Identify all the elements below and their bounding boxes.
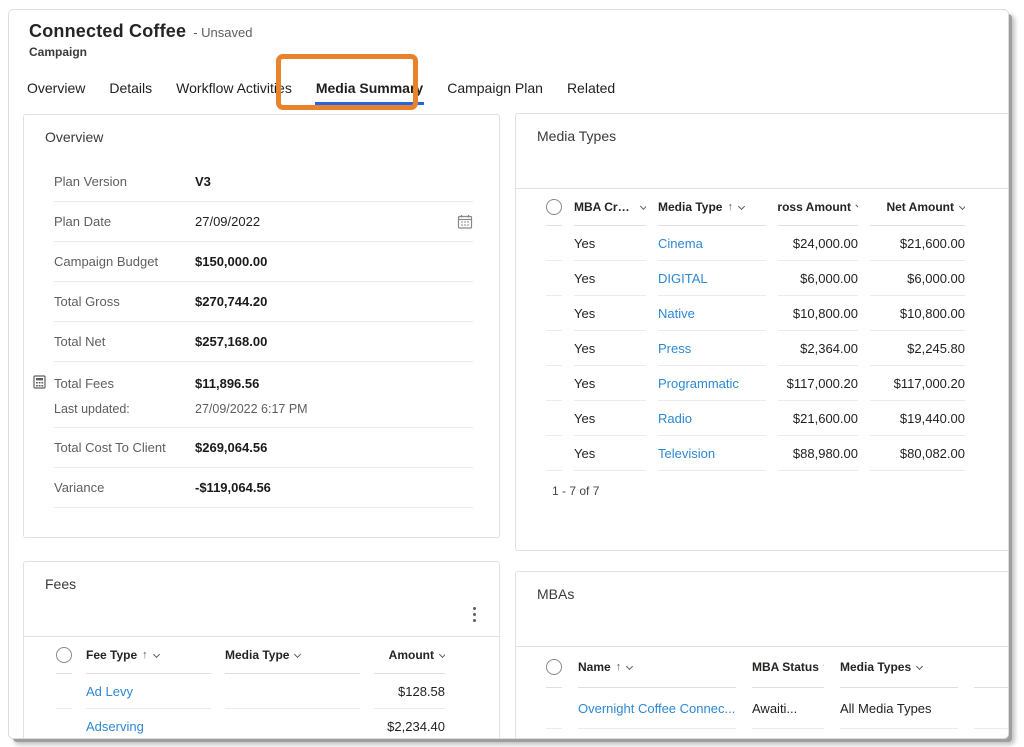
column-header-name[interactable]: Name↑ [578, 647, 736, 688]
last-updated-value: 27/09/2022 6:17 PM [195, 402, 308, 416]
media-types-panel: Media Types MBA Crea... Media Type↑ Gros… [515, 113, 1009, 551]
table-cell: Yes [574, 366, 646, 401]
chevron-down-icon [439, 650, 445, 657]
column-header-mba-status[interactable]: MBA Status [752, 647, 824, 688]
media-type-link[interactable]: Cinema [658, 226, 766, 261]
chevron-down-icon [823, 664, 824, 668]
sort-ascending-icon: ↑ [142, 649, 148, 661]
table-cell: Yes [574, 226, 646, 261]
field-total-gross: Total Gross $270,744.20 [54, 282, 473, 322]
column-header-media-type[interactable]: Media Type↑ [658, 189, 766, 226]
tab-related[interactable]: Related [566, 74, 616, 105]
mbas-toolbar [516, 602, 1009, 646]
media-types-panel-title: Media Types [516, 114, 1009, 144]
media-type-link[interactable]: Press [658, 331, 766, 366]
select-all-radio[interactable] [56, 647, 72, 663]
tab-overview[interactable]: Overview [26, 74, 86, 105]
form-tabs: Overview Details Workflow Activities Med… [26, 74, 638, 105]
field-plan-date: Plan Date 27/09/2022 [54, 202, 473, 242]
record-header: Connected Coffee - Unsaved Campaign [29, 21, 252, 59]
sort-ascending-icon: ↑ [616, 661, 622, 673]
calendar-icon[interactable] [457, 214, 473, 230]
select-all-radio[interactable] [546, 659, 562, 675]
field-total-cost-to-client: Total Cost To Client $269,064.56 [54, 428, 473, 468]
select-all-radio[interactable] [546, 199, 562, 215]
media-type-link[interactable]: Native [658, 296, 766, 331]
tab-details[interactable]: Details [108, 74, 153, 105]
column-header-media-types[interactable]: Media Types [840, 647, 958, 688]
app-window: Connected Coffee - Unsaved Campaign Over… [8, 9, 1009, 739]
field-variance: Variance -$119,064.56 [54, 468, 473, 508]
column-header-gross-amount[interactable]: Gross Amount [778, 189, 858, 226]
media-type-link[interactable]: DIGITAL [658, 261, 766, 296]
mba-name-link[interactable]: Overnight Coffee Connec... [578, 729, 736, 739]
fees-grid: Fee Type↑ Media Type Amount Ad Levy $128… [24, 636, 499, 739]
page-title: Connected Coffee [29, 21, 186, 42]
unsaved-badge: - Unsaved [193, 25, 252, 40]
media-type-link[interactable]: Programmatic [658, 366, 766, 401]
field-campaign-budget: Campaign Budget $150,000.00 [54, 242, 473, 282]
chevron-down-icon [959, 202, 965, 209]
fee-type-link[interactable]: Adserving [86, 709, 211, 739]
sort-ascending-icon: ↑ [727, 201, 733, 213]
mbas-panel-title: MBAs [516, 572, 1009, 602]
overview-panel-title: Overview [24, 115, 499, 145]
field-total-fees: Total Fees $11,896.56 Last updated: 27/0… [54, 362, 473, 428]
chevron-down-icon [738, 202, 745, 209]
media-type-link[interactable]: Radio [658, 401, 766, 436]
table-cell: Yes [574, 401, 646, 436]
table-cell: Yes [574, 331, 646, 366]
chevron-down-icon [640, 203, 646, 210]
last-updated-label: Last updated: [54, 402, 195, 416]
media-types-grid: MBA Crea... Media Type↑ Gross Amount Net… [516, 188, 1009, 471]
field-total-net: Total Net $257,168.00 [54, 322, 473, 362]
fees-toolbar [24, 592, 499, 636]
column-header-net-amount[interactable]: Net Amount [870, 189, 965, 226]
column-header-total-gross[interactable]: Total Gross [974, 647, 1009, 688]
table-cell: Yes [574, 296, 646, 331]
chevron-down-icon [855, 204, 858, 208]
tab-campaign-plan[interactable]: Campaign Plan [446, 74, 544, 105]
mba-name-link[interactable]: Overnight Coffee Connec... [578, 688, 736, 729]
table-cell: Yes [574, 436, 646, 471]
column-header-fee-type[interactable]: Fee Type↑ [86, 637, 211, 674]
column-header-mba-created[interactable]: MBA Crea... [574, 189, 646, 226]
fees-panel: Fees Fee Type↑ Media Type Amount Ad Levy… [23, 561, 500, 739]
fees-panel-title: Fees [24, 562, 499, 592]
mbas-grid: Name↑ MBA Status Media Types Total Gross… [516, 646, 1009, 739]
column-header-media-type[interactable]: Media Type [225, 637, 360, 674]
chevron-down-icon [626, 662, 633, 669]
screenshot-stage: Connected Coffee - Unsaved Campaign Over… [0, 0, 1024, 747]
table-cell: Yes [574, 261, 646, 296]
record-count: 1 - 7 of 7 [552, 484, 1009, 498]
field-plan-version: Plan Version V3 [54, 162, 473, 202]
entity-label: Campaign [29, 45, 252, 59]
chevron-down-icon [294, 650, 301, 657]
media-types-toolbar [516, 144, 1009, 188]
calculator-icon [33, 375, 46, 394]
chevron-down-icon [916, 662, 923, 669]
chevron-down-icon [153, 650, 160, 657]
fee-type-link[interactable]: Ad Levy [86, 674, 211, 709]
tab-media-summary[interactable]: Media Summary [315, 74, 424, 105]
overview-panel: Overview Plan Version V3 Plan Date 27/09… [23, 114, 500, 538]
media-type-link[interactable]: Television [658, 436, 766, 471]
mbas-panel: MBAs Name↑ MBA Status Media Types Total … [515, 571, 1009, 739]
more-commands-icon[interactable] [465, 604, 483, 624]
tab-workflow-activities[interactable]: Workflow Activities [175, 74, 293, 105]
column-header-amount[interactable]: Amount [374, 637, 445, 674]
